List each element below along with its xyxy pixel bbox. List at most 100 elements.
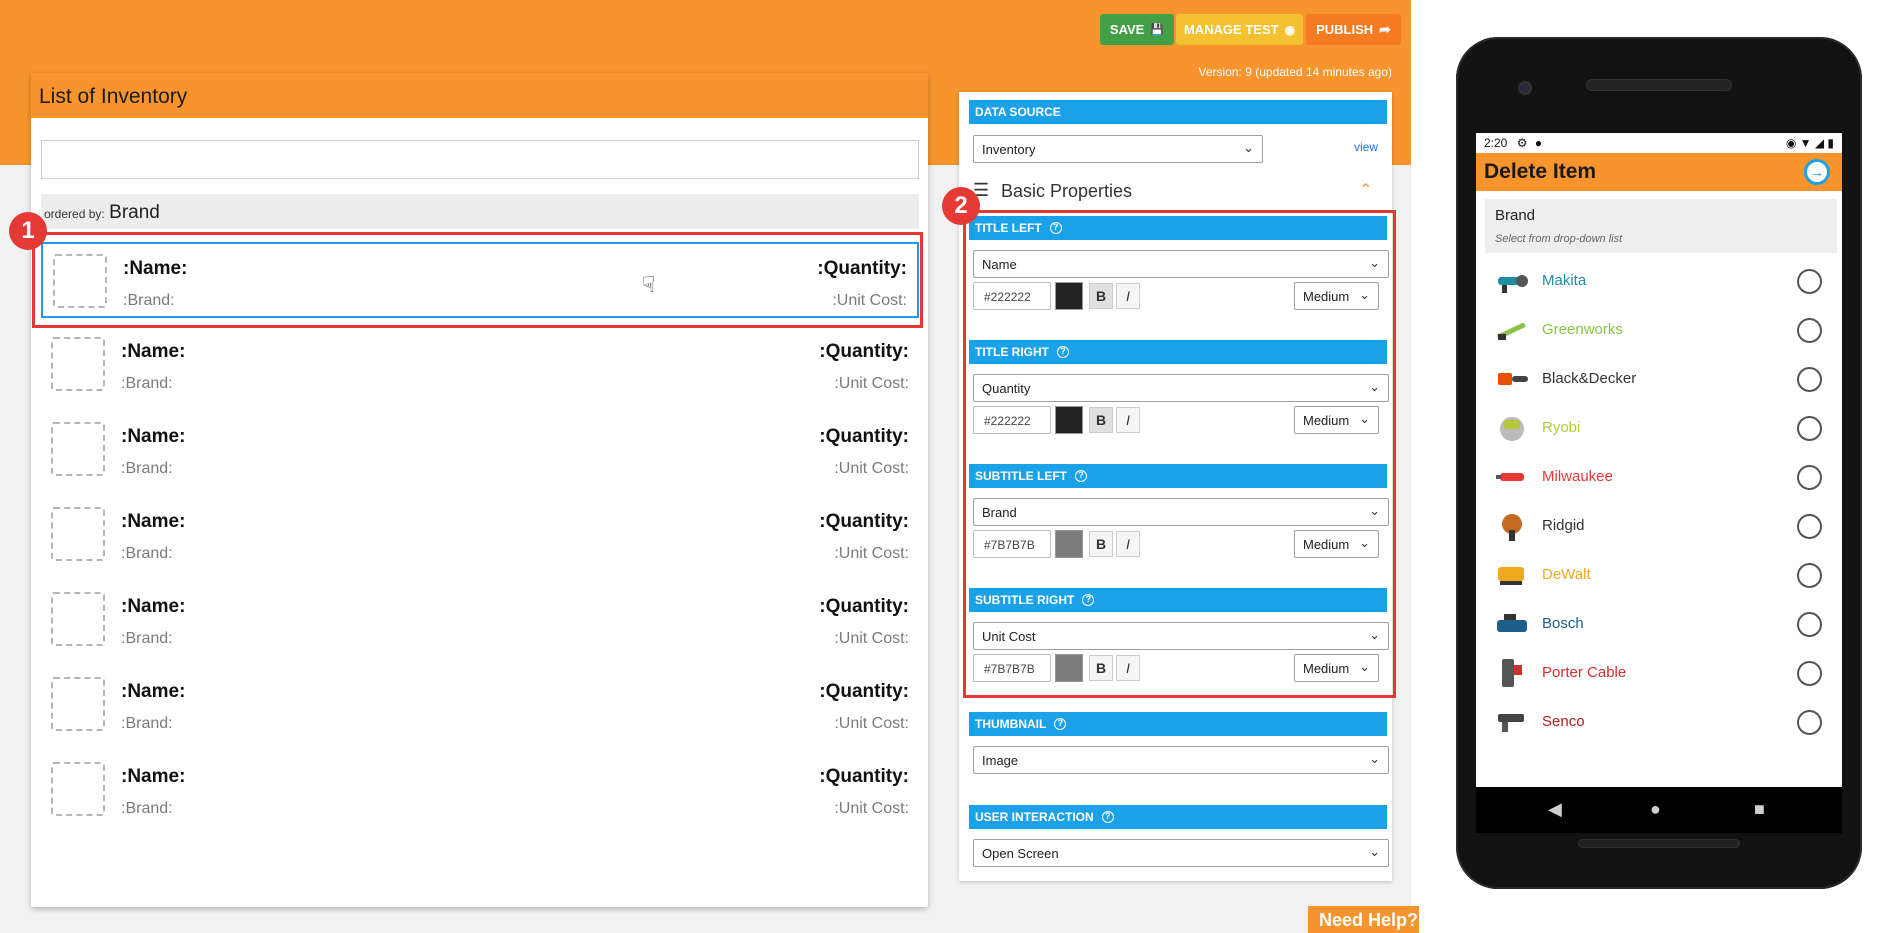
publish-button[interactable]: PUBLISH ➦	[1306, 14, 1401, 45]
list-item[interactable]: Greenworks	[1476, 307, 1842, 356]
phone-screen: 2:20 ⚙ ● ◉ ▼ ◢ ▮ Delete Item → Brand Sel…	[1476, 133, 1842, 787]
list-item[interactable]: Black&Decker	[1476, 356, 1842, 405]
subtitle-left-field-value: Brand	[982, 505, 1017, 520]
radio-button[interactable]	[1797, 318, 1822, 343]
user-interaction-value: Open Screen	[982, 846, 1059, 861]
title-left-color-input[interactable]: #222222	[973, 282, 1051, 310]
radio-button[interactable]	[1797, 661, 1822, 686]
item-subtitle-right: :Unit Cost:	[834, 460, 909, 477]
list-item[interactable]: :Name: :Quantity: :Brand: :Unit Cost:	[41, 412, 919, 488]
title-right-italic-button[interactable]: I	[1116, 407, 1140, 433]
item-subtitle-left: :Brand:	[121, 545, 173, 562]
title-left-italic-button[interactable]: I	[1116, 283, 1140, 309]
user-interaction-select[interactable]: Open Screen ⌄	[973, 839, 1389, 867]
subtitle-left-header: SUBTITLE LEFT ?	[969, 464, 1387, 488]
manage-test-button[interactable]: MANAGE TEST ◉	[1176, 14, 1303, 45]
radio-button[interactable]	[1797, 563, 1822, 588]
phone-frame: 2:20 ⚙ ● ◉ ▼ ◢ ▮ Delete Item → Brand Sel…	[1456, 37, 1862, 889]
list-item[interactable]: DeWalt	[1476, 552, 1842, 601]
list-item[interactable]: :Name: :Quantity: :Brand: :Unit Cost:	[41, 752, 919, 828]
brand-name: Makita	[1542, 272, 1587, 289]
brand-name: Bosch	[1542, 615, 1584, 632]
title-left-heading: TITLE LEFT	[975, 221, 1042, 235]
item-title-right: :Quantity:	[817, 258, 907, 279]
subtitle-right-field-select[interactable]: Unit Cost ⌄	[973, 622, 1389, 650]
thumbnail-select[interactable]: Image ⌄	[973, 746, 1389, 774]
subtitle-right-bold-button[interactable]: B	[1089, 655, 1113, 681]
radio-button[interactable]	[1797, 514, 1822, 539]
list-item[interactable]: :Name: :Quantity: :Brand: :Unit Cost:	[41, 242, 919, 318]
subtitle-right-size-value: Medium	[1303, 661, 1350, 676]
radio-button[interactable]	[1797, 269, 1822, 294]
data-source-select[interactable]: Inventory ⌄	[973, 135, 1263, 163]
planer-icon	[1497, 614, 1527, 632]
camera-icon	[1518, 81, 1532, 95]
title-right-bold-button[interactable]: B	[1089, 407, 1113, 433]
title-right-size-select[interactable]: Medium ⌄	[1294, 406, 1379, 434]
radio-button[interactable]	[1797, 465, 1822, 490]
help-icon[interactable]: ?	[1082, 594, 1095, 606]
list-search-input[interactable]	[41, 140, 919, 179]
title-left-bold-button[interactable]: B	[1089, 283, 1113, 309]
back-icon[interactable]: ◀	[1548, 799, 1562, 820]
subtitle-right-color-input[interactable]: #7B7B7B	[973, 654, 1051, 682]
recents-icon[interactable]: ■	[1754, 799, 1765, 820]
list-item[interactable]: Senco	[1476, 699, 1842, 748]
item-title-left: :Name:	[121, 766, 186, 787]
subtitle-left-field-select[interactable]: Brand ⌄	[973, 498, 1389, 526]
ordered-by-row: ordered by: Brand	[41, 194, 919, 229]
title-right-color-swatch[interactable]	[1055, 406, 1083, 434]
title-right-color-input[interactable]: #222222	[973, 406, 1051, 434]
list-item[interactable]: Ryobi	[1476, 405, 1842, 454]
arrow-right-icon[interactable]: →	[1804, 159, 1830, 185]
title-left-color-swatch[interactable]	[1055, 282, 1083, 310]
chevron-down-icon: ⌄	[1359, 535, 1370, 550]
help-icon[interactable]: ?	[1075, 470, 1087, 482]
ordered-by-prefix: ordered by:	[44, 207, 105, 221]
list-item[interactable]: :Name: :Quantity: :Brand: :Unit Cost:	[41, 497, 919, 573]
chevron-down-icon: ⌄	[1243, 140, 1254, 155]
list-item[interactable]: Porter Cable	[1476, 650, 1842, 699]
home-icon[interactable]: ●	[1650, 799, 1661, 820]
subtitle-left-size-select[interactable]: Medium ⌄	[1294, 530, 1379, 558]
subtitle-right-size-select[interactable]: Medium ⌄	[1294, 654, 1379, 682]
list-item[interactable]: :Name: :Quantity: :Brand: :Unit Cost:	[41, 582, 919, 658]
brand-name: Porter Cable	[1542, 664, 1627, 681]
list-item[interactable]: Bosch	[1476, 601, 1842, 650]
thumbnail-placeholder	[51, 762, 105, 816]
brand-dropdown[interactable]: Brand Select from drop-down list	[1485, 199, 1837, 253]
item-title-left: :Name:	[121, 681, 186, 702]
radio-button[interactable]	[1797, 710, 1822, 735]
subtitle-right-italic-button[interactable]: I	[1116, 655, 1140, 681]
list-item[interactable]: Ridgid	[1476, 503, 1842, 552]
drill-icon	[1496, 473, 1524, 481]
help-icon[interactable]: ?	[1049, 222, 1062, 234]
help-icon[interactable]: ?	[1101, 811, 1114, 823]
help-icon[interactable]: ?	[1054, 718, 1067, 730]
list-item[interactable]: :Name: :Quantity: :Brand: :Unit Cost:	[41, 327, 919, 403]
item-subtitle-right: :Unit Cost:	[832, 292, 907, 309]
radio-button[interactable]	[1797, 612, 1822, 637]
item-subtitle-right: :Unit Cost:	[834, 715, 909, 732]
subtitle-left-bold-button[interactable]: B	[1089, 531, 1113, 557]
subtitle-left-italic-button[interactable]: I	[1116, 531, 1140, 557]
list-item[interactable]: Makita	[1476, 258, 1842, 307]
list-item[interactable]: :Name: :Quantity: :Brand: :Unit Cost:	[41, 667, 919, 743]
title-left-field-select[interactable]: Name ⌄	[973, 250, 1389, 278]
save-button[interactable]: SAVE 💾	[1100, 14, 1174, 45]
subtitle-left-color-input[interactable]: #7B7B7B	[973, 530, 1051, 558]
subtitle-left-color-swatch[interactable]	[1055, 530, 1083, 558]
radio-button[interactable]	[1797, 367, 1822, 392]
android-nav-bar: ◀ ● ■	[1476, 787, 1842, 833]
need-help-button[interactable]: Need Help?	[1308, 906, 1419, 933]
hand-cursor-icon: ☟	[642, 272, 656, 297]
title-right-field-select[interactable]: Quantity ⌄	[973, 374, 1389, 402]
view-link[interactable]: view	[1354, 140, 1378, 154]
version-text: Version: 9 (updated 14 minutes ago)	[1198, 65, 1392, 79]
subtitle-right-color-swatch[interactable]	[1055, 654, 1083, 682]
help-icon[interactable]: ?	[1057, 346, 1069, 358]
list-item[interactable]: Milwaukee	[1476, 454, 1842, 503]
title-left-size-select[interactable]: Medium ⌄	[1294, 282, 1379, 310]
radio-button[interactable]	[1797, 416, 1822, 441]
chevron-up-icon[interactable]: ⌃	[1359, 180, 1372, 200]
